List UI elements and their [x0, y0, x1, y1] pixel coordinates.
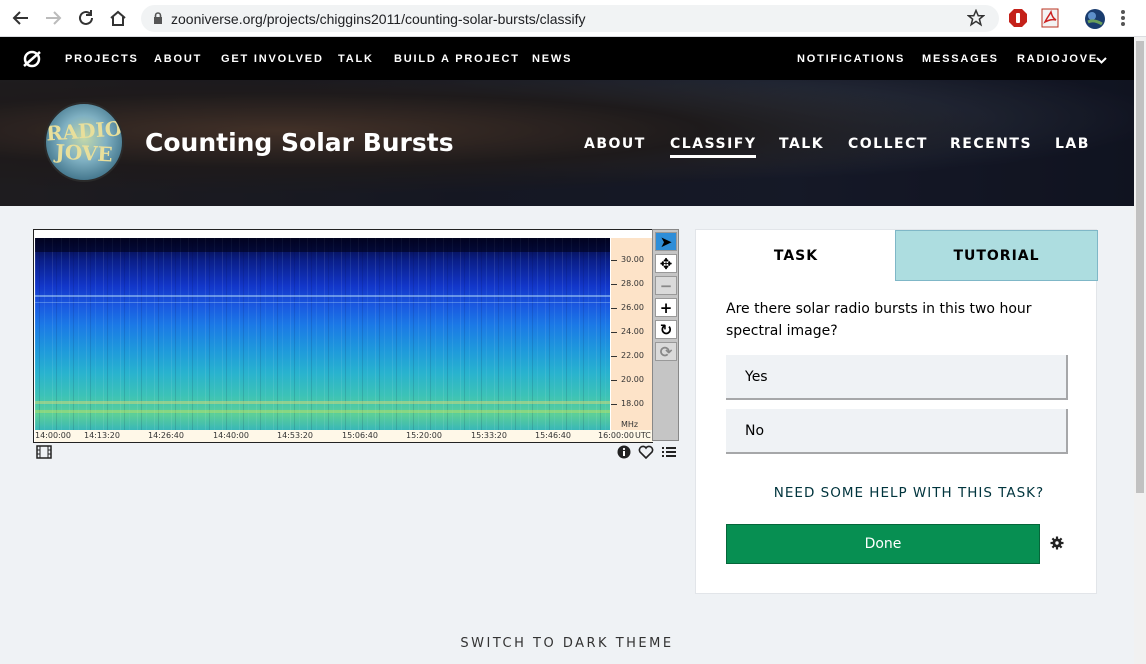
task-panel: TASK TUTORIAL Are there solar radio burs… [695, 229, 1098, 594]
favorite-heart-icon[interactable] [637, 444, 655, 460]
info-icon[interactable] [615, 444, 633, 460]
freq-label: 24.00 [621, 327, 644, 336]
freq-label: 28.00 [621, 279, 644, 288]
site-navigation: PROJECTS ABOUT GET INVOLVED TALK BUILD A… [0, 37, 1134, 80]
scrollbar-thumb[interactable] [1136, 41, 1144, 493]
tab-recents[interactable]: RECENTS [950, 136, 1032, 152]
frequency-axis: 30.00 28.00 26.00 24.00 22.00 20.00 18.0… [611, 238, 653, 438]
project-title[interactable]: Counting Solar Bursts [145, 128, 454, 157]
pdf-extension-icon[interactable] [1040, 8, 1060, 28]
time-label: 14:53:20 [277, 431, 313, 440]
back-arrow-icon[interactable] [11, 8, 31, 28]
tab-talk[interactable]: TALK [779, 136, 824, 152]
project-avatar[interactable]: RADIO JOVE [44, 102, 124, 182]
freq-label: 30.00 [621, 255, 644, 264]
time-unit: UTC [635, 431, 651, 440]
switch-dark-theme-link[interactable]: SWITCH TO DARK THEME [0, 636, 1134, 651]
freq-label: 20.00 [621, 375, 644, 384]
forward-arrow-icon[interactable] [43, 8, 63, 28]
nav-news[interactable]: NEWS [532, 53, 572, 65]
nav-build-a-project[interactable]: BUILD A PROJECT [394, 53, 520, 65]
gear-icon[interactable] [1048, 534, 1066, 552]
freq-label: 26.00 [621, 303, 644, 312]
avatar-text-bottom: JOVE [54, 139, 114, 167]
bookmark-star-icon[interactable] [966, 8, 986, 32]
answer-yes-button[interactable]: Yes [726, 355, 1068, 400]
freq-unit: MHz [621, 420, 639, 429]
time-label: 15:06:40 [342, 431, 378, 440]
nav-messages[interactable]: MESSAGES [922, 53, 999, 65]
nav-user-menu[interactable]: RADIOJOVE [1017, 53, 1098, 65]
time-label: 14:26:40 [148, 431, 184, 440]
page-scrollbar[interactable] [1134, 37, 1146, 664]
nav-about[interactable]: ABOUT [154, 53, 202, 65]
freq-label: 18.00 [621, 399, 644, 408]
nav-projects[interactable]: PROJECTS [65, 53, 139, 65]
zoom-out-icon[interactable]: − [655, 276, 677, 295]
tab-classify[interactable]: CLASSIFY [670, 136, 757, 158]
tab-lab[interactable]: LAB [1055, 136, 1090, 152]
freq-label: 22.00 [621, 351, 644, 360]
time-label: 14:00:00 [35, 431, 71, 440]
reload-icon[interactable] [76, 8, 96, 28]
task-help-link[interactable]: NEED SOME HELP WITH THIS TASK? [696, 485, 1098, 501]
tab-tutorial[interactable]: TUTORIAL [895, 230, 1098, 281]
time-axis: 14:00:00 14:13:20 14:26:40 14:40:00 14:5… [35, 430, 653, 442]
browser-toolbar: zooniverse.org/projects/chiggins2011/cou… [0, 0, 1146, 37]
profile-globe-icon[interactable] [1084, 8, 1105, 29]
done-button[interactable]: Done [726, 524, 1040, 564]
tab-task[interactable]: TASK [696, 230, 896, 281]
time-label: 14:13:20 [84, 431, 120, 440]
browser-menu-icon[interactable] [1120, 8, 1126, 28]
nav-talk[interactable]: TALK [338, 53, 374, 65]
spectrogram-image[interactable] [35, 238, 610, 430]
time-label: 15:46:40 [535, 431, 571, 440]
time-label: 15:33:20 [471, 431, 507, 440]
url-text: zooniverse.org/projects/chiggins2011/cou… [171, 11, 586, 27]
reset-icon[interactable]: ⟳ [655, 342, 677, 361]
answer-no-button[interactable]: No [726, 409, 1068, 454]
pointer-icon[interactable]: ➤ [655, 232, 677, 251]
film-strip-icon[interactable] [35, 444, 53, 460]
zoom-in-icon[interactable]: + [655, 298, 677, 317]
project-header: RADIO JOVE Counting Solar Bursts ABOUT C… [0, 80, 1134, 206]
viewer-toolbar: ➤ ✥ − + ↻ ⟳ [652, 229, 679, 441]
time-label: 14:40:00 [213, 431, 249, 440]
adblock-icon[interactable] [1008, 8, 1028, 28]
tab-collect[interactable]: COLLECT [848, 136, 928, 152]
nav-notifications[interactable]: NOTIFICATIONS [797, 53, 905, 65]
tab-about[interactable]: ABOUT [584, 136, 646, 152]
address-bar[interactable]: zooniverse.org/projects/chiggins2011/cou… [141, 5, 999, 32]
zooniverse-logo-icon[interactable] [22, 49, 42, 69]
move-icon[interactable]: ✥ [655, 254, 677, 273]
time-label: 15:20:00 [406, 431, 442, 440]
home-icon[interactable] [108, 8, 128, 28]
rotate-icon[interactable]: ↻ [655, 320, 677, 339]
nav-get-involved[interactable]: GET INVOLVED [221, 53, 324, 65]
chevron-down-icon[interactable] [1096, 53, 1107, 71]
time-label: 16:00:00 [598, 431, 634, 440]
lock-icon [153, 12, 163, 30]
collections-list-icon[interactable] [660, 444, 678, 460]
task-question: Are there solar radio bursts in this two… [726, 301, 1032, 339]
subject-viewer[interactable]: 30.00 28.00 26.00 24.00 22.00 20.00 18.0… [33, 229, 653, 443]
